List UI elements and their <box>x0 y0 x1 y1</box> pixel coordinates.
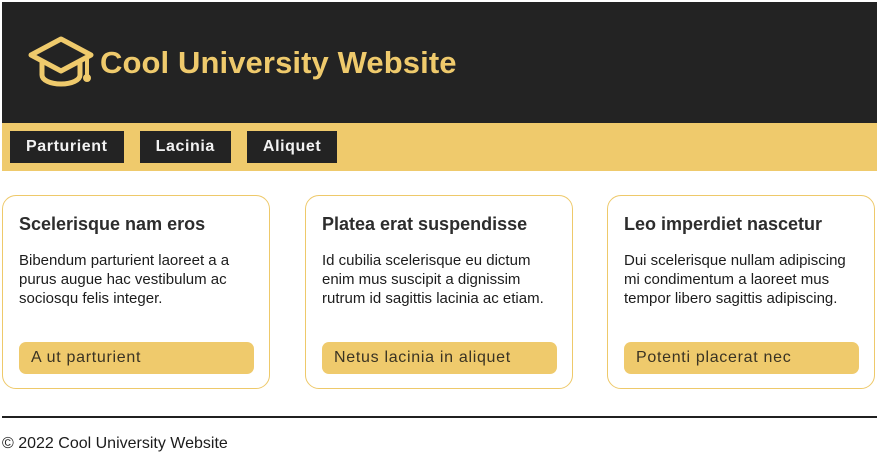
card-text: Id cubilia scelerisque eu dictum enim mu… <box>322 252 544 307</box>
card-action-button[interactable]: Potenti placerat nec <box>624 342 859 374</box>
card-action-button[interactable]: A ut parturient <box>19 342 254 374</box>
card-title: Scelerisque nam eros <box>19 214 206 234</box>
footer-divider <box>2 416 877 418</box>
nav-item-parturient[interactable]: Parturient <box>10 131 124 163</box>
page: Cool University Website Parturient Lacin… <box>0 0 878 463</box>
card-title: Leo imperdiet nascetur <box>624 214 823 234</box>
card-grid: Scelerisque nam eros Bibendum parturient… <box>2 195 877 391</box>
card-2: Platea erat suspendisse Id cubilia scele… <box>305 195 573 389</box>
card-3: Leo imperdiet nascetur Dui scelerisque n… <box>607 195 875 389</box>
nav-item-aliquet[interactable]: Aliquet <box>246 131 338 163</box>
cap-tassel-knot <box>83 73 91 82</box>
card-action-button[interactable]: Netus lacinia in aliquet <box>322 342 557 374</box>
card-text: Bibendum parturient laoreet a a purus au… <box>19 252 230 307</box>
card-title: Platea erat suspendisse <box>322 214 528 234</box>
nav-item-lacinia[interactable]: Lacinia <box>139 131 231 163</box>
site-header: Cool University Website <box>2 2 877 123</box>
footer-text: © 2022 Cool University Website <box>2 435 228 452</box>
main-navigation: Parturient Lacinia Aliquet <box>2 123 877 171</box>
site-title: Cool University Website <box>100 45 457 80</box>
card-text: Dui scelerisque nullam adipiscing mi con… <box>624 252 846 307</box>
card-1: Scelerisque nam eros Bibendum parturient… <box>2 195 270 389</box>
graduation-cap-icon <box>28 36 94 86</box>
